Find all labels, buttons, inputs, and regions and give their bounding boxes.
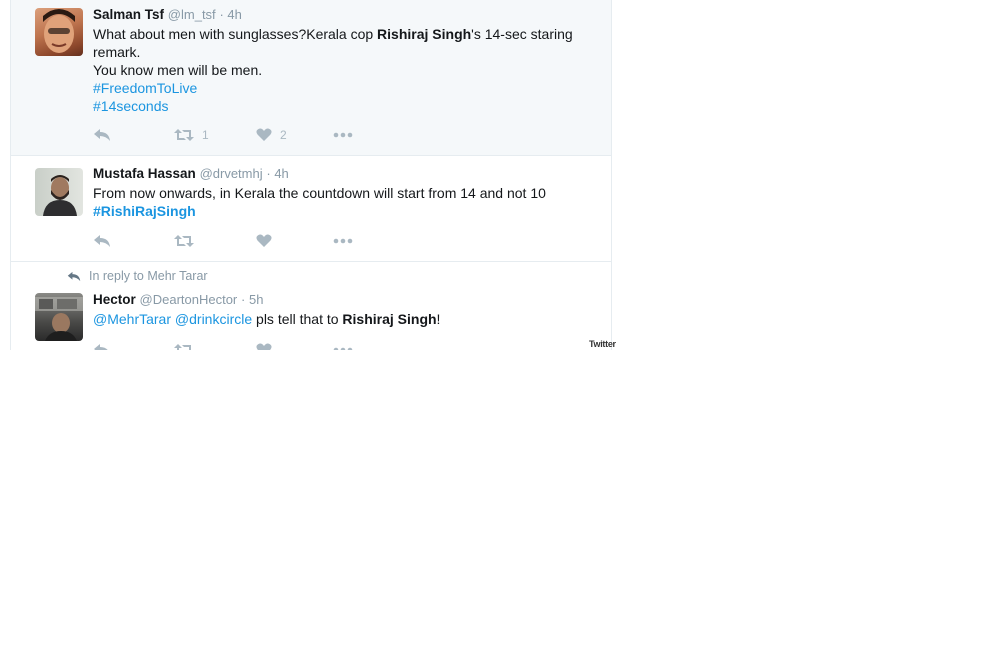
hashtag-link[interactable]: #RishiRajSingh [93, 202, 598, 220]
tweet-text-mid: pls tell that to [252, 311, 343, 327]
user-name[interactable]: Hector [93, 292, 136, 307]
tweet-text-bold: Rishiraj Singh [377, 26, 472, 42]
tweet-text-end: ! [436, 311, 441, 327]
tweet-time[interactable]: · 4h [219, 7, 241, 22]
tweet-item-mustafa[interactable]: Mustafa Hassan @drvetmhj · 4h From now o… [11, 155, 611, 262]
more-button[interactable] [333, 126, 353, 144]
reply-context-text: In reply to Mehr Tarar [89, 269, 208, 283]
retweet-button[interactable]: 1 [174, 126, 209, 144]
retweet-icon [174, 235, 194, 247]
hashtag-link[interactable]: #14seconds [93, 97, 598, 115]
more-button[interactable] [333, 341, 353, 350]
tweet-text-body: From now onwards, in Kerala the countdow… [93, 185, 546, 201]
reply-context[interactable]: In reply to Mehr Tarar [67, 269, 208, 283]
tweet-text-bold: Rishiraj Singh [342, 311, 437, 327]
heart-icon [256, 128, 272, 141]
tweet-item-hector[interactable]: In reply to Mehr Tarar Hector @DeartonHe… [11, 261, 611, 350]
tweet-feed: Salman Tsf @lm_tsf · 4h What about men w… [10, 0, 612, 350]
avatar-image [43, 175, 77, 216]
tweet-actions [93, 341, 393, 350]
retweet-button[interactable] [174, 341, 194, 350]
user-handle[interactable]: @DeartonHector [140, 292, 238, 307]
like-button[interactable]: 2 [256, 126, 287, 144]
hashtag-link[interactable]: #FreedomToLive [93, 79, 598, 97]
reply-icon [94, 129, 110, 141]
retweet-icon [174, 344, 191, 350]
user-name[interactable]: Salman Tsf [93, 7, 164, 22]
more-icon [333, 347, 353, 350]
retweet-count: 1 [202, 128, 209, 142]
more-icon [333, 238, 353, 244]
reply-button[interactable] [93, 232, 111, 250]
tweet-actions: 1 2 [93, 126, 393, 144]
avatar-image [35, 297, 83, 341]
user-name[interactable]: Mustafa Hassan [93, 166, 196, 181]
heart-icon [256, 234, 272, 247]
mention-link[interactable]: @MehrTarar [93, 311, 171, 327]
tweet-text-line2: You know men will be men. [93, 62, 263, 78]
reply-icon [67, 271, 81, 281]
tweet-header: Salman Tsf @lm_tsf · 4h [93, 7, 242, 22]
tweet-text: From now onwards, in Kerala the countdow… [93, 184, 598, 220]
watermark-label: Twitter [589, 339, 616, 349]
like-button[interactable] [256, 341, 272, 350]
tweet-text-pre: What about men with sunglasses?Kerala co… [93, 26, 378, 42]
tweet-header: Mustafa Hassan @drvetmhj · 4h [93, 166, 289, 181]
more-icon [333, 132, 353, 138]
tweet-header: Hector @DeartonHector · 5h [93, 292, 263, 307]
like-button[interactable] [256, 232, 272, 250]
reply-button[interactable] [93, 341, 111, 350]
mention-link[interactable]: @drinkcircle [175, 311, 252, 327]
like-count: 2 [280, 128, 287, 142]
retweet-button[interactable] [174, 232, 194, 250]
reply-icon [94, 344, 108, 350]
avatar[interactable] [35, 293, 83, 341]
reply-icon [94, 235, 110, 247]
avatar[interactable] [35, 168, 83, 216]
heart-icon [256, 343, 272, 350]
user-handle[interactable]: @lm_tsf [168, 7, 216, 22]
tweet-time[interactable]: · 5h [241, 292, 263, 307]
tweet-text: @MehrTarar @drinkcircle pls tell that to… [93, 310, 598, 328]
tweet-actions [93, 232, 393, 250]
avatar-image [35, 8, 83, 56]
user-handle[interactable]: @drvetmhj [200, 166, 263, 181]
tweet-text: What about men with sunglasses?Kerala co… [93, 25, 598, 115]
retweet-icon [174, 129, 194, 141]
reply-button[interactable] [93, 126, 111, 144]
avatar[interactable] [35, 8, 83, 56]
tweet-item-salman[interactable]: Salman Tsf @lm_tsf · 4h What about men w… [11, 0, 611, 156]
tweet-time[interactable]: · 4h [266, 166, 288, 181]
more-button[interactable] [333, 232, 353, 250]
